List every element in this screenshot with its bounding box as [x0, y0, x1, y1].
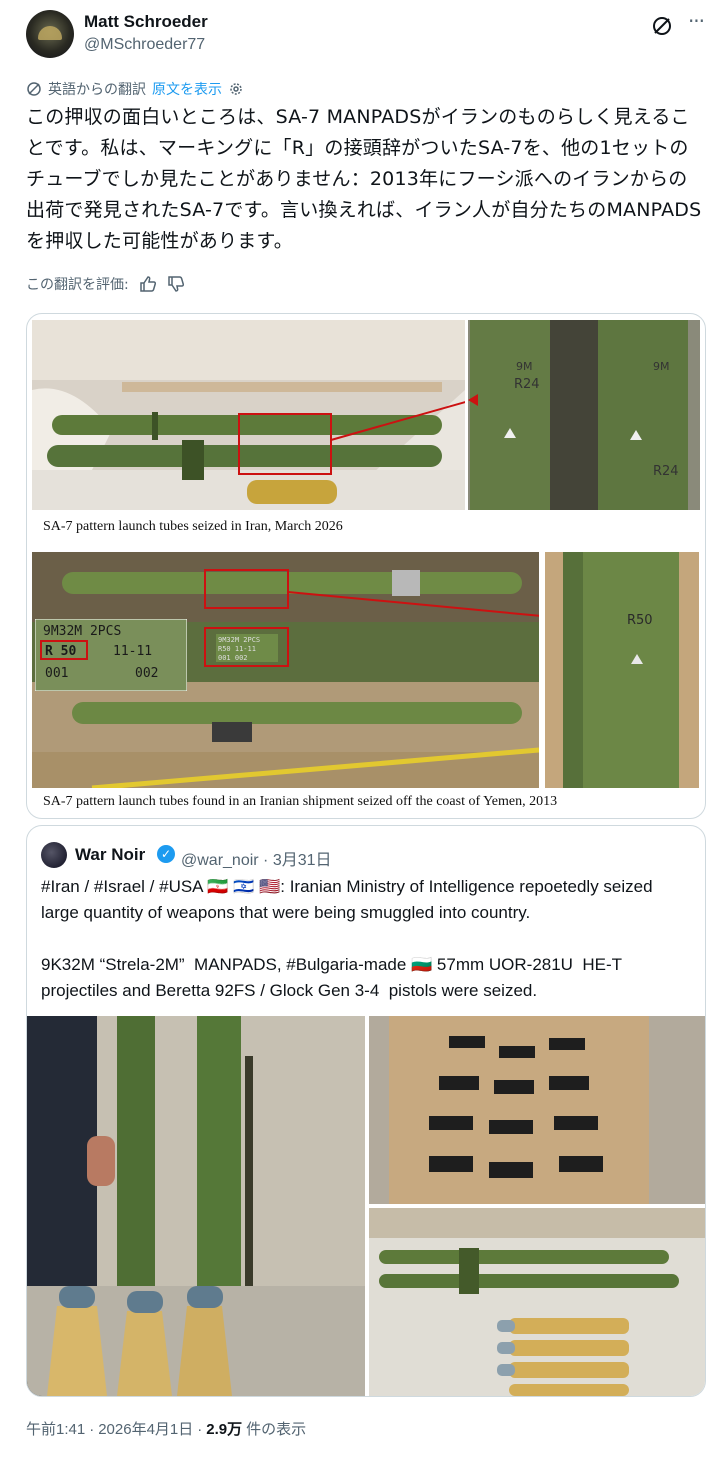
post-header: Matt Schroeder @MSchroeder77 ···	[26, 8, 706, 60]
thumbs-down-icon[interactable]	[167, 275, 185, 293]
post-metadata: 午前1:41 · 2026年4月1日 · 2.9万 件の表示	[26, 1418, 306, 1439]
crate-label-1: 9M32M 2PCS	[218, 636, 260, 644]
quoted-photo-manpads[interactable]	[27, 1016, 365, 1396]
quoted-photo-pistols[interactable]	[369, 1016, 706, 1204]
quoted-author-handle: @war_noir	[181, 852, 259, 869]
post-text: この押収の面白いところは、SA-7 MANPADSがイランのものらしく見えること…	[26, 106, 702, 252]
quoted-post-date: 3月31日	[272, 852, 332, 869]
tube-label-2: R24	[514, 377, 540, 392]
author-avatar[interactable]	[26, 10, 74, 58]
quoted-author-name[interactable]: War Noir	[75, 845, 145, 865]
crate-label-3: 001 002	[218, 654, 248, 662]
rate-label: この翻訳を評価:	[26, 277, 129, 293]
grok-icon[interactable]	[650, 14, 674, 38]
quoted-post-text: #Iran / #Israel / #USA 🇮🇷 🇮🇱 🇺🇸: Iranian…	[41, 874, 691, 1004]
quoted-post[interactable]: War Noir ✓ @war_noir · 3月31日 #Iran / #Is…	[26, 825, 706, 1397]
quoted-author-avatar[interactable]	[41, 842, 67, 868]
quoted-photo-tubes-ammo[interactable]	[369, 1208, 706, 1396]
author-name[interactable]: Matt Schroeder	[84, 12, 208, 32]
tube-closeup-photo: 9M R24 9M R24	[468, 320, 700, 510]
seized-tubes-photo	[32, 320, 465, 510]
translation-notice: 英語からの翻訳	[48, 82, 146, 98]
translation-bar: 英語からの翻訳 原文を表示	[26, 78, 244, 100]
inset-n2: 002	[135, 666, 158, 681]
tube-label-4: R24	[653, 464, 679, 479]
quoted-author-meta: @war_noir · 3月31日	[181, 852, 332, 869]
crate-label-2: R50 11-11	[218, 645, 256, 653]
caption-iran-2026: SA-7 pattern launch tubes seized in Iran…	[43, 519, 343, 534]
inset-r50: R 50	[45, 644, 76, 659]
quoted-text-para1: #Iran / #Israel / #USA 🇮🇷 🇮🇱 🇺🇸: Iranian…	[41, 877, 658, 922]
more-options-icon[interactable]: ···	[684, 11, 708, 36]
translate-icon	[27, 82, 41, 96]
caption-yemen-2013: SA-7 pattern launch tubes found in an Ir…	[43, 794, 558, 809]
rate-translation-bar: この翻訳を評価:	[26, 272, 185, 296]
settings-gear-icon[interactable]	[228, 81, 244, 97]
author-handle[interactable]: @MSchroeder77	[84, 36, 205, 54]
quoted-media-grid	[27, 1016, 706, 1396]
quoted-text-para2: 9K32M “Strela-2M” MANPADS, #Bulgaria-mad…	[41, 955, 627, 1000]
tube-closeup-r50-photo: R50	[545, 552, 699, 788]
post-date[interactable]: 2026年4月1日	[98, 1418, 193, 1439]
post-image[interactable]: 9M R24 9M R24 SA-7 pattern launch tubes …	[26, 313, 706, 819]
tube-label-1: 9M	[516, 360, 533, 373]
inset-n1: 001	[45, 666, 68, 681]
views-count: 2.9万	[206, 1421, 243, 1438]
tube-label-3: 9M	[653, 360, 670, 373]
verified-badge-icon: ✓	[157, 845, 175, 863]
inset-date: 11-11	[113, 644, 152, 659]
show-original-link[interactable]: 原文を表示	[152, 79, 222, 99]
inset-line1: 9M32M 2PCS	[43, 624, 121, 639]
tube-r50-label: R50	[627, 613, 653, 628]
views-label: 件の表示	[246, 1421, 307, 1438]
thumbs-up-icon[interactable]	[139, 275, 157, 293]
post-time[interactable]: 午前1:41	[26, 1418, 85, 1439]
marking-inset: 9M32M 2PCS R 50 11-11 001 002	[35, 619, 187, 691]
